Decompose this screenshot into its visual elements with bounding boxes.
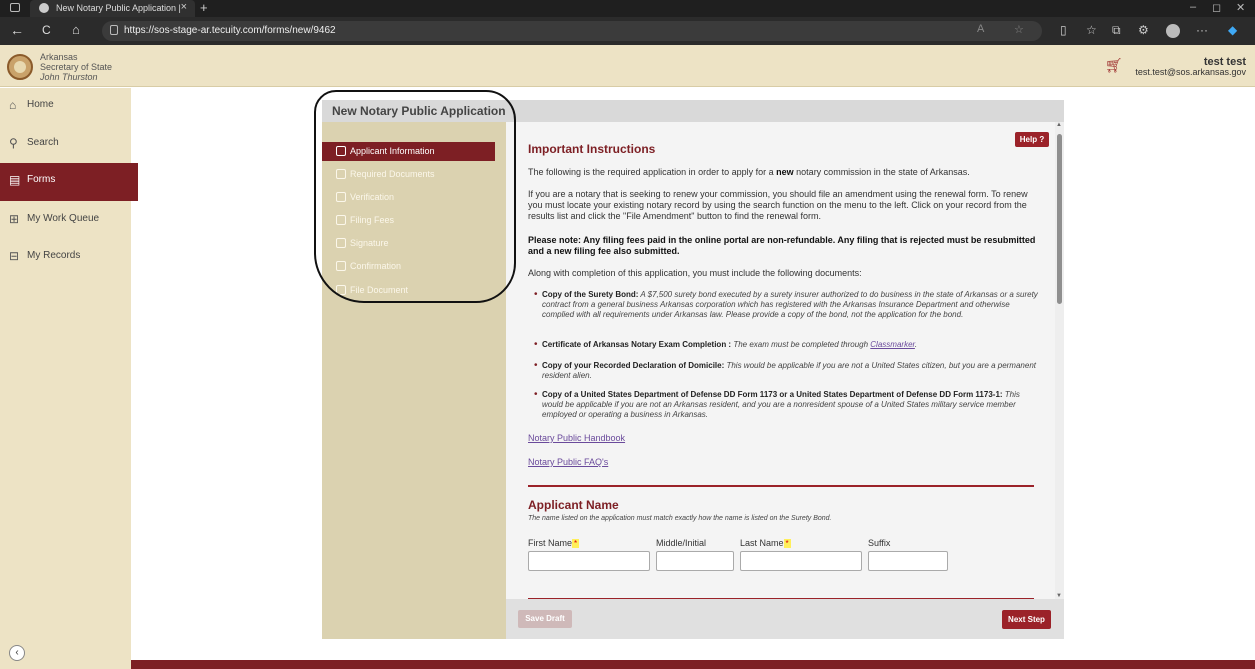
favorite-star-icon[interactable]: ☆ bbox=[1014, 23, 1024, 36]
form-footer: Save Draft Next Step bbox=[506, 599, 1064, 639]
doc-item-domicile: Copy of your Recorded Declaration of Dom… bbox=[534, 361, 1038, 381]
favorites-icon[interactable]: ☆ bbox=[1086, 23, 1097, 37]
search-icon: ⚲ bbox=[9, 136, 18, 150]
lock-icon bbox=[110, 25, 118, 35]
doc-title: Copy of a United States Department of De… bbox=[542, 390, 1003, 399]
sidebar-item-home[interactable]: ⌂ Home bbox=[0, 88, 131, 126]
home-icon: ⌂ bbox=[9, 98, 17, 112]
address-bar[interactable]: https://sos-stage-ar.tecuity.com/forms/n… bbox=[102, 21, 1042, 41]
middle-initial-input[interactable] bbox=[656, 551, 734, 571]
doc-item-surety-bond: Copy of the Surety Bond: A $7,500 surety… bbox=[534, 290, 1038, 320]
more-menu-icon[interactable]: ··· bbox=[1196, 23, 1208, 37]
first-name-input[interactable] bbox=[528, 551, 650, 571]
user-email: test.test@sos.arkansas.gov bbox=[1135, 67, 1246, 77]
required-marker: * bbox=[572, 539, 580, 548]
back-button[interactable]: ← bbox=[10, 22, 24, 38]
scrollbar-thumb[interactable] bbox=[1057, 134, 1062, 304]
scroll-up-icon[interactable]: ▲ bbox=[1056, 122, 1062, 128]
label-text: First Name bbox=[528, 538, 573, 548]
suffix-label: Suffix bbox=[868, 538, 891, 548]
org-line-1: Arkansas bbox=[40, 52, 78, 62]
minimize-icon[interactable]: – bbox=[1190, 1, 1196, 13]
hand-drawn-circle-annotation bbox=[314, 90, 516, 303]
sidebar-item-forms[interactable]: ▤ Forms bbox=[0, 163, 138, 201]
sidebar-item-label: Home bbox=[27, 99, 54, 110]
sidebar-item-label: Forms bbox=[27, 174, 56, 185]
doc-desc-end: . bbox=[914, 340, 918, 349]
content-scrollbar[interactable]: ▲ ▼ bbox=[1055, 122, 1064, 599]
required-marker: * bbox=[783, 539, 791, 548]
fee-note: Please note: Any filing fees paid in the… bbox=[528, 235, 1036, 256]
handbook-link[interactable]: Notary Public Handbook bbox=[528, 433, 625, 443]
favicon-icon bbox=[39, 3, 49, 13]
documents-intro: Along with completion of this applicatio… bbox=[528, 268, 862, 278]
applicant-name-subtitle: The name listed on the application must … bbox=[528, 515, 832, 522]
browser-toolbar: ← C ⌂ https://sos-stage-ar.tecuity.com/f… bbox=[0, 17, 1255, 45]
app-header: Arkansas Secretary of State John Thursto… bbox=[0, 45, 1255, 87]
extensions-icon[interactable]: ⚙ bbox=[1138, 23, 1149, 37]
url-text: https://sos-stage-ar.tecuity.com/forms/n… bbox=[124, 25, 336, 36]
label-text: Last Name bbox=[740, 538, 784, 548]
profile-avatar[interactable] bbox=[1166, 24, 1180, 38]
sidebar: ⌂ Home ⚲ Search ▤ Forms ⊞ My Work Queue … bbox=[0, 88, 138, 669]
sidebar-item-label: My Records bbox=[27, 250, 81, 261]
read-aloud-icon[interactable]: A bbox=[977, 23, 984, 35]
applicant-name-heading: Applicant Name bbox=[528, 498, 619, 512]
doc-item-exam-certificate: Certificate of Arkansas Notary Exam Comp… bbox=[534, 340, 1038, 350]
first-name-label: First Name * bbox=[528, 538, 580, 548]
tab-close-icon[interactable]: × bbox=[181, 1, 187, 13]
org-line-2: Secretary of State bbox=[40, 62, 113, 72]
doc-title: Certificate of Arkansas Notary Exam Comp… bbox=[542, 340, 732, 349]
browser-tab[interactable]: New Notary Public Application | × bbox=[30, 0, 195, 17]
faq-link[interactable]: Notary Public FAQ's bbox=[528, 457, 608, 467]
renewal-instructions: If you are a notary that is seeking to r… bbox=[528, 189, 1028, 221]
org-line-3: John Thurston bbox=[40, 72, 98, 82]
cart-icon[interactable]: 🛒︎ bbox=[1105, 57, 1123, 73]
user-info[interactable]: test test test.test@sos.arkansas.gov bbox=[1135, 56, 1246, 78]
home-button[interactable]: ⌂ bbox=[72, 22, 80, 37]
records-icon: ⊟ bbox=[9, 249, 20, 263]
sidebar-item-label: My Work Queue bbox=[27, 213, 100, 224]
last-name-label: Last Name * bbox=[740, 538, 791, 548]
intro-text: The following is the required applicatio… bbox=[528, 167, 777, 177]
save-draft-button[interactable]: Save Draft bbox=[518, 610, 572, 628]
form-content: Help ? Important Instructions The follow… bbox=[506, 122, 1055, 599]
user-name: test test bbox=[1203, 56, 1246, 68]
split-screen-icon[interactable]: ▯ bbox=[1060, 23, 1067, 37]
sidebar-item-records[interactable]: ⊟ My Records bbox=[0, 239, 131, 277]
doc-desc: The exam must be completed through bbox=[731, 340, 871, 349]
sidebar-item-search[interactable]: ⚲ Search bbox=[0, 126, 131, 164]
tab-actions-icon[interactable] bbox=[10, 3, 20, 12]
instructions-intro: The following is the required applicatio… bbox=[528, 167, 1038, 178]
collapse-sidebar-button[interactable]: ‹ bbox=[9, 645, 25, 661]
footer-bar bbox=[131, 660, 1255, 669]
state-seal-logo[interactable] bbox=[7, 54, 33, 80]
section-divider bbox=[528, 485, 1034, 487]
sidebar-item-work-queue[interactable]: ⊞ My Work Queue bbox=[0, 202, 131, 240]
last-name-input[interactable] bbox=[740, 551, 862, 571]
browser-tab-bar: New Notary Public Application | × + – ◻ … bbox=[0, 0, 1255, 17]
instructions-heading: Important Instructions bbox=[528, 142, 656, 156]
copilot-icon[interactable]: ◆ bbox=[1228, 23, 1237, 37]
doc-title: Copy of the Surety Bond: bbox=[542, 290, 639, 299]
next-step-button[interactable]: Next Step bbox=[1002, 610, 1051, 629]
new-tab-button[interactable]: + bbox=[200, 0, 208, 15]
classmarker-link[interactable]: Classmarker bbox=[870, 340, 915, 349]
intro-new: new bbox=[776, 167, 794, 177]
doc-item-dd-form: Copy of a United States Department of De… bbox=[534, 390, 1038, 420]
sidebar-item-label: Search bbox=[27, 137, 59, 148]
tab-title: New Notary Public Application | bbox=[56, 3, 181, 13]
forms-icon: ▤ bbox=[9, 173, 21, 187]
intro-text-end: notary commission in the state of Arkans… bbox=[793, 167, 970, 177]
refresh-button[interactable]: C bbox=[42, 23, 51, 37]
work-queue-icon: ⊞ bbox=[9, 212, 20, 226]
collections-icon[interactable]: ⧉ bbox=[1112, 23, 1121, 38]
org-name: Arkansas Secretary of State John Thursto… bbox=[40, 52, 112, 82]
window-close-icon[interactable]: ✕ bbox=[1236, 1, 1245, 14]
doc-title: Copy of your Recorded Declaration of Dom… bbox=[542, 361, 725, 370]
suffix-input[interactable] bbox=[868, 551, 948, 571]
maximize-icon[interactable]: ◻ bbox=[1212, 1, 1221, 14]
middle-initial-label: Middle/Initial bbox=[656, 538, 707, 548]
help-button[interactable]: Help ? bbox=[1015, 132, 1049, 147]
